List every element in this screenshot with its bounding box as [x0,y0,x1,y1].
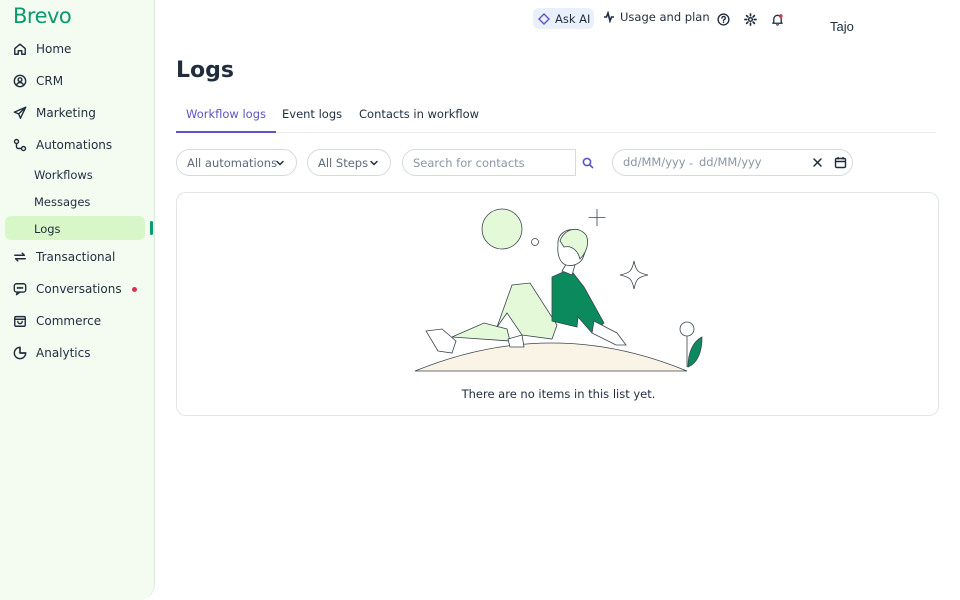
active-indicator [150,221,153,235]
send-icon [12,105,28,121]
contact-icon [12,73,28,89]
date-from-input[interactable] [623,155,685,169]
sidebar: Brevo Home CRM Marketing Automations Wor… [0,0,155,600]
date-to-input[interactable] [699,155,761,169]
sidebar-active-highlight [5,216,145,240]
pie-chart-icon [12,345,28,361]
arrows-icon [12,249,28,265]
sidebar-item-transactional[interactable]: Transactional [12,245,115,269]
date-range-picker: - [612,149,853,176]
sidebar-subitem-logs[interactable]: Logs [34,222,61,236]
tab-event-logs[interactable]: Event logs [272,99,352,133]
date-separator: - [689,156,694,170]
automation-icon [12,137,28,153]
home-icon [12,41,28,57]
sidebar-subitem-workflows[interactable]: Workflows [34,168,93,182]
sidebar-item-label: Marketing [36,106,96,120]
sidebar-item-automations[interactable]: Automations [12,133,112,157]
user-name[interactable]: Tajo [830,19,854,34]
help-icon[interactable] [717,11,730,26]
sidebar-item-analytics[interactable]: Analytics [12,341,91,365]
sidebar-item-label: CRM [36,74,64,88]
notification-dot [132,287,137,292]
sidebar-subitem-messages[interactable]: Messages [34,195,90,209]
bell-icon[interactable] [771,11,784,26]
tab-bar: Workflow logs Event logs Contacts in wor… [176,99,936,133]
bag-icon [12,313,28,329]
diamond-icon [538,12,550,25]
chevron-down-icon [276,160,284,166]
calendar-icon[interactable] [834,156,847,169]
page-title: Logs [176,58,234,83]
sidebar-item-label: Analytics [36,346,91,360]
sidebar-item-marketing[interactable]: Marketing [12,101,96,125]
empty-state-illustration [414,208,703,372]
search-icon[interactable] [580,155,596,171]
sidebar-item-label: Home [36,42,72,56]
steps-dropdown[interactable]: All Steps [307,149,391,176]
empty-state-message: There are no items in this list yet. [461,387,656,401]
sidebar-item-label: Automations [36,138,113,152]
tab-workflow-logs[interactable]: Workflow logs [176,99,276,133]
sidebar-item-label: Commerce [36,314,102,328]
tab-contacts-in-workflow[interactable]: Contacts in workflow [349,99,489,133]
gear-icon[interactable] [744,11,757,26]
usage-and-plan-button[interactable]: Usage and plan [603,10,710,24]
sidebar-item-crm[interactable]: CRM [12,69,63,93]
close-icon[interactable] [812,157,823,168]
brand-logo[interactable]: Brevo [13,4,72,28]
automations-dropdown-value: All automations [187,155,278,170]
sidebar-item-label: Transactional [36,250,116,264]
chevron-down-icon [370,160,378,166]
sidebar-item-label: Conversations [36,282,122,296]
ask-ai-label: Ask AI [555,11,591,26]
ask-ai-button[interactable]: Ask AI [533,8,594,29]
sidebar-item-conversations[interactable]: Conversations [12,277,122,301]
usage-label: Usage and plan [620,10,710,24]
sidebar-item-commerce[interactable]: Commerce [12,309,101,333]
sidebar-item-home[interactable]: Home [12,37,71,61]
steps-dropdown-value: All Steps [318,155,369,170]
automations-dropdown[interactable]: All automations [176,149,297,176]
activity-icon [604,11,614,23]
search-contacts-input[interactable] [402,149,576,176]
chat-icon [12,281,28,297]
empty-state-card: There are no items in this list yet. [176,192,939,416]
